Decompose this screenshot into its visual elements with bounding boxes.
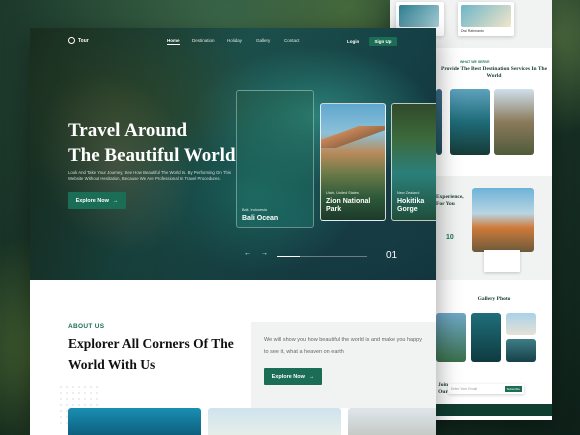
- card-location: Bali, Indonesia: [242, 208, 267, 212]
- gallery-photo: [471, 313, 501, 362]
- review-photo: [399, 5, 439, 27]
- hero-description: Look And Take Your Journey, See How Beau…: [68, 170, 231, 181]
- top-nav: Tour Home Destination Holiday Gallery Co…: [30, 36, 436, 50]
- nav-gallery[interactable]: Gallery: [256, 38, 270, 43]
- main-page: Tour Home Destination Holiday Gallery Co…: [30, 28, 436, 435]
- about-title: Explorer All Corners Of The World With U…: [68, 336, 234, 372]
- service-image: [436, 89, 442, 155]
- card-mountain: [321, 126, 385, 148]
- destination-card-zion[interactable]: Utah, United States Zion National Park: [320, 103, 386, 221]
- next-arrow-icon[interactable]: →: [261, 250, 268, 257]
- experience-note: [484, 250, 520, 272]
- subscribe-button[interactable]: Subscribe: [504, 386, 522, 392]
- card-name: Bali Ocean: [242, 215, 279, 222]
- nav-holiday[interactable]: Holiday: [227, 38, 242, 43]
- logo[interactable]: Tour: [68, 37, 89, 44]
- footer-bar: [436, 404, 552, 416]
- prev-arrow-icon[interactable]: ←: [244, 250, 251, 257]
- card-name: Zion National Park: [326, 198, 371, 213]
- slide-progress: [277, 256, 367, 257]
- logo-text: Tour: [78, 37, 89, 44]
- about-photo: [348, 408, 436, 435]
- services-label: WHAT WE SERVE: [460, 60, 490, 64]
- about-photo: [68, 408, 201, 435]
- card-name: Hokitika Gorge: [397, 198, 425, 213]
- card-location: Utah, United States: [326, 191, 359, 195]
- review-name: Dwi Rahmanto: [461, 29, 484, 33]
- about-photo: [208, 408, 341, 435]
- about-text: We will show you how beautiful the world…: [264, 337, 422, 355]
- nav-destination[interactable]: Destination: [192, 38, 215, 43]
- review-photo: [461, 5, 511, 27]
- newsletter-email-input[interactable]: Enter Your Email Subscribe: [448, 384, 524, 394]
- about-explore-button[interactable]: Explore Now →: [264, 368, 322, 385]
- about-label: ABOUT US: [68, 323, 105, 330]
- destination-card-hokitika[interactable]: New Zealand Hokitika Gorge: [391, 103, 436, 221]
- arrow-right-icon: →: [308, 373, 315, 380]
- service-image: [494, 89, 534, 155]
- login-link[interactable]: Login: [347, 39, 359, 44]
- destination-card-bali[interactable]: Bali, Indonesia Bali Ocean: [236, 90, 314, 228]
- experience-image: [472, 188, 534, 252]
- experience-title: Experience, For You: [436, 194, 464, 207]
- nav-contact[interactable]: Contact: [284, 38, 300, 43]
- hero-explore-button[interactable]: Explore Now →: [68, 192, 126, 209]
- about-box: We will show you how beautiful the world…: [251, 322, 436, 408]
- slide-number: 01: [386, 250, 398, 261]
- logo-icon: [68, 37, 75, 44]
- card-location: New Zealand: [397, 191, 420, 195]
- signup-button[interactable]: Sign Up: [369, 37, 397, 46]
- services-title: Provide The Best Destination Services In…: [440, 66, 548, 79]
- explore-label: Explore Now: [271, 373, 305, 380]
- gallery-photo: [506, 313, 536, 335]
- gallery-title: Gallery Photo: [477, 296, 511, 302]
- gallery-photo: [436, 313, 466, 362]
- slide-progress-fill: [277, 256, 300, 257]
- email-placeholder: Enter Your Email: [451, 387, 478, 391]
- explore-label: Explore Now: [75, 197, 109, 204]
- hero-section: Tour Home Destination Holiday Gallery Co…: [30, 28, 436, 280]
- gallery-photo: [506, 339, 536, 362]
- arrow-right-icon: →: [112, 197, 119, 204]
- experience-number: 10: [446, 234, 454, 241]
- review-card: Dwi Rahmanto: [458, 2, 514, 36]
- service-image: [450, 89, 490, 155]
- nav-home[interactable]: Home: [167, 38, 180, 45]
